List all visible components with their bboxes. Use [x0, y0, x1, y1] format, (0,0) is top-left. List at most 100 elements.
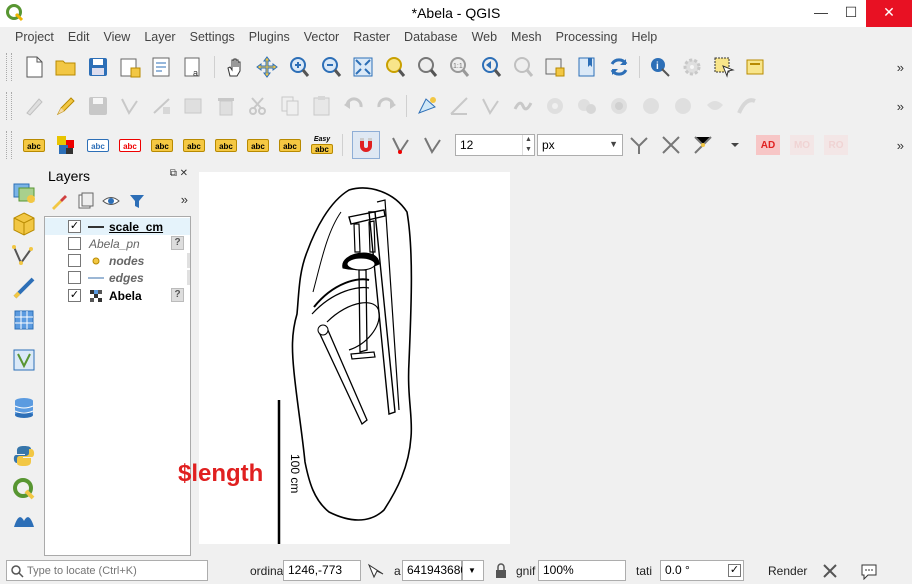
filter-icon[interactable]: [128, 192, 146, 210]
digitize-vertex-icon[interactable]: [119, 95, 141, 117]
maximize-button[interactable]: ☐: [836, 0, 866, 27]
style-brush-icon[interactable]: [50, 192, 68, 210]
rotate-label-icon[interactable]: abc: [215, 134, 237, 156]
highlight-pinned-labels-icon[interactable]: abc: [119, 134, 141, 156]
copy-features-icon[interactable]: [279, 95, 301, 117]
actions-gear-icon[interactable]: [681, 56, 703, 78]
layer-visibility-checkbox[interactable]: ✓: [68, 220, 81, 233]
toolbar-grip[interactable]: [6, 53, 12, 81]
close-button[interactable]: ✕: [866, 0, 912, 27]
qgis-plugins-icon[interactable]: [11, 476, 37, 502]
vertex-tool-icon[interactable]: [151, 95, 173, 117]
toolbar-overflow-icon[interactable]: »: [897, 99, 904, 114]
snap-intersection-icon[interactable]: [660, 134, 682, 156]
layer-visibility-checkbox[interactable]: [68, 271, 81, 284]
visibility-eye-icon[interactable]: [102, 192, 120, 210]
add-spatialite-icon[interactable]: [11, 347, 37, 373]
tracing-icon[interactable]: [692, 134, 714, 156]
layer-visibility-checkbox[interactable]: [68, 254, 81, 267]
new-map-view-icon[interactable]: [544, 56, 566, 78]
layer-visibility-checkbox[interactable]: [68, 237, 81, 250]
zoom-out-icon[interactable]: [320, 56, 342, 78]
change-label-icon[interactable]: abc: [247, 134, 269, 156]
mesh-layer-icon[interactable]: [11, 507, 37, 533]
layer-visibility-checkbox[interactable]: ✓: [68, 289, 81, 302]
menu-database[interactable]: Database: [397, 28, 465, 48]
menu-mesh[interactable]: Mesh: [504, 28, 549, 48]
menu-web[interactable]: Web: [465, 28, 504, 48]
menu-layer[interactable]: Layer: [137, 28, 182, 48]
panel-float-close-buttons[interactable]: ⧉ ✕: [170, 168, 188, 179]
layer-row-abela[interactable]: ✓ Abela ?: [45, 287, 190, 304]
topological-editing-icon[interactable]: [628, 134, 650, 156]
layer-row-scale-cm[interactable]: ✓ scale_cm: [45, 218, 190, 235]
save-project-icon[interactable]: [87, 56, 109, 78]
add-raster-layer-icon[interactable]: [11, 307, 37, 333]
new-geopackage-icon[interactable]: [11, 211, 37, 237]
open-project-icon[interactable]: [55, 56, 77, 78]
zoom-last-icon[interactable]: [480, 56, 502, 78]
pan-to-selection-icon[interactable]: [256, 56, 278, 78]
vertex-editor-icon[interactable]: [480, 95, 502, 117]
coordinate-field[interactable]: 1246,-773: [283, 560, 361, 581]
snapping-magnet-icon[interactable]: [352, 131, 380, 159]
save-as-icon[interactable]: [119, 56, 141, 78]
new-project-icon[interactable]: [23, 56, 45, 78]
python-console-icon[interactable]: [11, 443, 37, 469]
menu-settings[interactable]: Settings: [183, 28, 242, 48]
snapping-tolerance-stepper[interactable]: 12 ▲ ▼: [455, 134, 535, 156]
stepper-arrows-icon[interactable]: ▲ ▼: [522, 135, 534, 155]
easy-label-icon[interactable]: Easy abc: [311, 134, 333, 156]
add-part-icon[interactable]: [576, 95, 598, 117]
refresh-icon[interactable]: [608, 56, 630, 78]
snap-vertex-icon[interactable]: [390, 134, 412, 156]
zoom-next-icon[interactable]: [512, 56, 534, 78]
menu-raster[interactable]: Raster: [346, 28, 397, 48]
add-ring-icon[interactable]: [544, 95, 566, 117]
advanced-digitizing-icon[interactable]: [448, 95, 470, 117]
menu-help[interactable]: Help: [624, 28, 664, 48]
label-properties-icon[interactable]: abc: [279, 134, 301, 156]
menu-project[interactable]: Project: [8, 28, 61, 48]
scale-field[interactable]: 641943680: [402, 560, 467, 581]
scale-dropdown-chevron-icon[interactable]: ▼: [462, 560, 484, 581]
magnifier-stepper[interactable]: 100%: [538, 560, 626, 581]
label-layer-icon[interactable]: abc: [23, 134, 45, 156]
zoom-native-icon[interactable]: 1:1: [448, 56, 470, 78]
toolbar-grip[interactable]: [6, 92, 12, 120]
identify-icon[interactable]: i: [649, 56, 671, 78]
cut-features-icon[interactable]: [247, 95, 269, 117]
locator-search-bar[interactable]: [6, 560, 208, 581]
layer-row-edges[interactable]: edges: [45, 269, 190, 286]
diagram-icon[interactable]: [55, 134, 77, 156]
messages-icon[interactable]: [860, 562, 878, 580]
current-edits-icon[interactable]: [23, 95, 45, 117]
delete-ring-icon[interactable]: [640, 95, 662, 117]
deselect-icon[interactable]: [745, 56, 767, 78]
menu-vector[interactable]: Vector: [297, 28, 346, 48]
toolbar-overflow-icon[interactable]: »: [897, 60, 904, 75]
minimize-button[interactable]: —: [806, 0, 836, 27]
paste-features-icon[interactable]: [311, 95, 333, 117]
snap-segment-icon[interactable]: [422, 134, 444, 156]
delete-part-icon[interactable]: [672, 95, 694, 117]
layout-manager-icon[interactable]: [151, 56, 173, 78]
zoom-in-icon[interactable]: [288, 56, 310, 78]
menu-view[interactable]: View: [96, 28, 137, 48]
menu-edit[interactable]: Edit: [61, 28, 97, 48]
move-label-icon[interactable]: abc: [183, 134, 205, 156]
layers-toolbar-overflow-icon[interactable]: »: [181, 192, 188, 207]
offset-curve-icon[interactable]: [736, 95, 758, 117]
add-vector-layer-icon[interactable]: [11, 243, 37, 269]
toolbar-overflow-icon[interactable]: »: [897, 138, 904, 153]
pin-labels-icon[interactable]: abc: [87, 134, 109, 156]
rotate-icon[interactable]: RO: [824, 135, 848, 155]
show-hide-labels-icon[interactable]: abc: [151, 134, 173, 156]
layer-row-abela-pn[interactable]: Abela_pn ?: [45, 235, 190, 252]
toggle-editing-pencil-icon[interactable]: [55, 95, 77, 117]
data-source-manager-icon[interactable]: [11, 179, 37, 205]
menu-processing[interactable]: Processing: [549, 28, 625, 48]
digitizing-shapes-icon[interactable]: [416, 95, 438, 117]
snapping-units-select[interactable]: px ▼: [537, 134, 623, 156]
bookmarks-icon[interactable]: [576, 56, 598, 78]
